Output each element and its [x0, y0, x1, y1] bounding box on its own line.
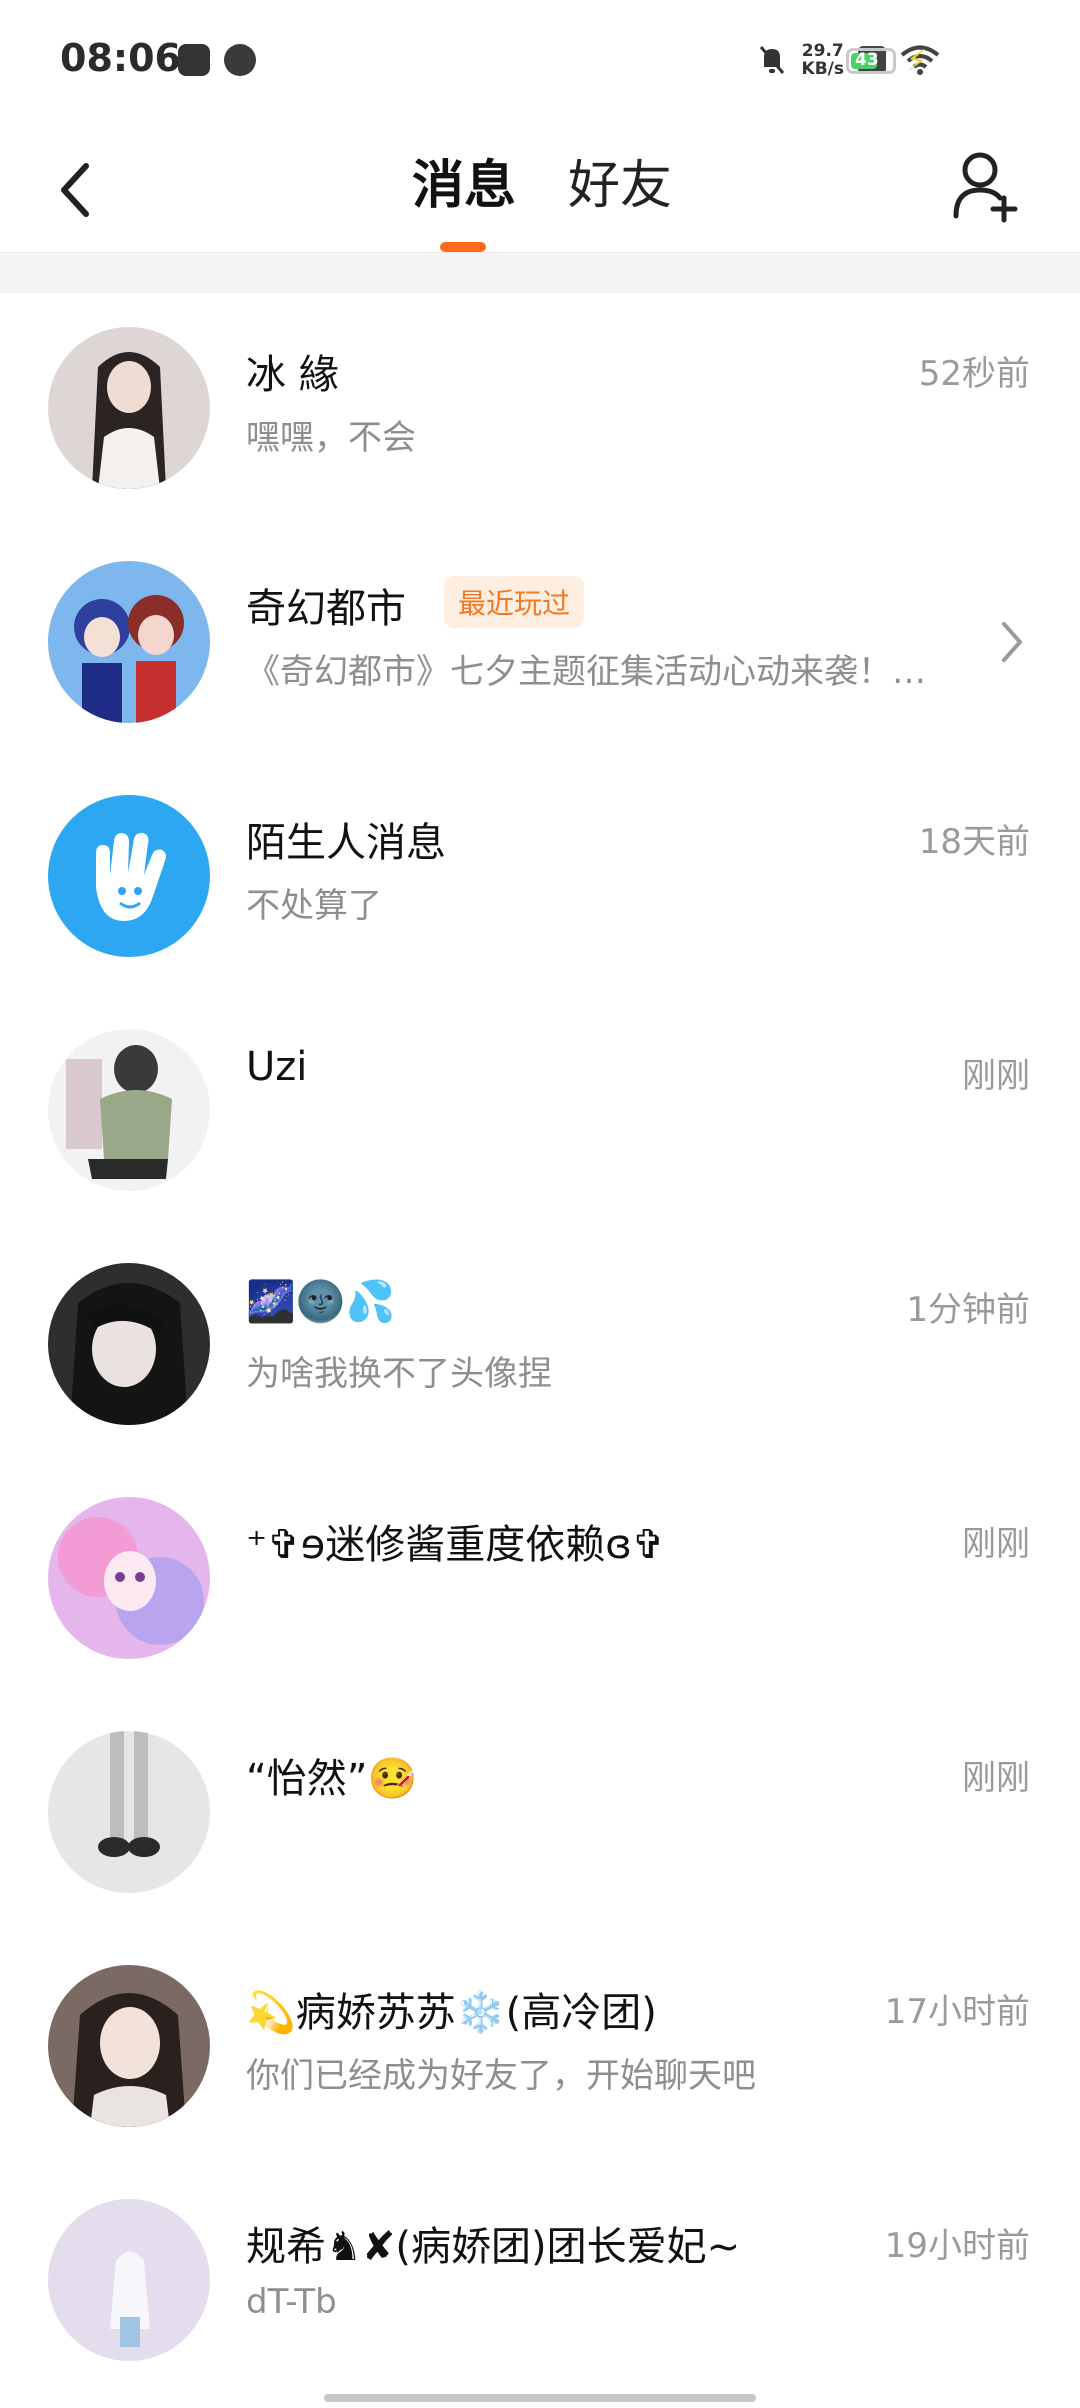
- status-bar: 08:06 29.7 KB/s 43 ⚡: [0, 0, 1080, 124]
- tab-friends[interactable]: 好友: [568, 154, 672, 218]
- conversation-list: 冰 緣 嘿嘿，不会 52秒前 奇幻都市 最近玩过 《奇幻都市》七夕主题征集活动心…: [0, 292, 1080, 2398]
- notification-app-icon-2: [224, 44, 256, 76]
- message-time: 19小时前: [884, 2226, 1030, 2266]
- avatar: [48, 1497, 210, 1659]
- network-speed-unit: KB/s: [801, 59, 844, 79]
- message-preview: 嘿嘿，不会: [246, 418, 416, 458]
- status-time: 08:06: [60, 36, 181, 80]
- conversation-row[interactable]: ⁺✞ɘ迷修酱重度依赖ɞ✞ 刚刚: [0, 1462, 1080, 1696]
- contact-name: 💫病娇苏苏❄️(高冷团): [246, 1990, 657, 2036]
- avatar: [48, 795, 210, 957]
- mute-bell-icon: [759, 46, 784, 74]
- message-time: 17小时前: [884, 1992, 1030, 2032]
- conversation-row[interactable]: 奇幻都市 最近玩过 《奇幻都市》七夕主题征集活动心动来袭！…: [0, 526, 1080, 760]
- contact-name: Uzi: [246, 1044, 308, 1090]
- home-indicator[interactable]: [324, 2394, 756, 2402]
- message-preview: 你们已经成为好友了，开始聊天吧: [246, 2056, 756, 2096]
- battery-icon: 43: [846, 48, 896, 74]
- contact-name: 🌌🌚💦: [246, 1279, 396, 1325]
- active-tab-indicator: [440, 242, 486, 252]
- contact-name: 陌生人消息: [246, 820, 446, 866]
- avatar: [48, 561, 210, 723]
- conversation-row[interactable]: 陌生人消息 不处算了 18天前: [0, 760, 1080, 994]
- header: 消息 好友: [0, 124, 1080, 252]
- tab-messages[interactable]: 消息: [412, 154, 516, 218]
- add-friend-icon[interactable]: [950, 146, 1022, 226]
- message-time: 52秒前: [918, 354, 1030, 394]
- message-preview: 为啥我换不了头像捏: [246, 1354, 552, 1394]
- conversation-row[interactable]: 💫病娇苏苏❄️(高冷团) 你们已经成为好友了，开始聊天吧 17小时前: [0, 1930, 1080, 2164]
- message-time: 1分钟前: [906, 1290, 1030, 1330]
- avatar: [48, 1965, 210, 2127]
- avatar: [48, 1731, 210, 1893]
- avatar: [48, 327, 210, 489]
- avatar: [48, 1029, 210, 1191]
- contact-name: ⁺✞ɘ迷修酱重度依赖ɞ✞: [246, 1522, 666, 1568]
- conversation-row[interactable]: 🌌🌚💦 为啥我换不了头像捏 1分钟前: [0, 1228, 1080, 1462]
- conversation-row[interactable]: 冰 緣 嘿嘿，不会 52秒前: [0, 292, 1080, 526]
- chevron-right-icon[interactable]: [998, 618, 1026, 666]
- battery-level: 43: [855, 50, 879, 70]
- stranger-hand-icon: [48, 795, 210, 957]
- contact-name: “怡然”🤒: [246, 1756, 418, 1802]
- message-preview: 不处算了: [246, 886, 382, 926]
- message-preview: dT-Tb: [246, 2282, 337, 2322]
- notification-app-icon: [178, 44, 210, 76]
- avatar: [48, 2199, 210, 2361]
- message-time: 刚刚: [962, 1758, 1030, 1798]
- contact-name: 规希♞✘(病娇团)团长爱妃~: [246, 2224, 741, 2270]
- message-time: 刚刚: [962, 1056, 1030, 1096]
- section-divider: [0, 252, 1080, 293]
- network-speed-value: 29.7: [801, 41, 844, 61]
- conversation-row[interactable]: Uzi 刚刚: [0, 994, 1080, 1228]
- charging-icon: ⚡: [906, 44, 928, 79]
- message-preview: 《奇幻都市》七夕主题征集活动心动来袭！…: [246, 652, 926, 692]
- conversation-row[interactable]: 规希♞✘(病娇团)团长爱妃~ dT-Tb 19小时前: [0, 2164, 1080, 2398]
- back-arrow-icon[interactable]: [50, 150, 110, 230]
- network-speed: 29.7 KB/s: [802, 42, 844, 78]
- contact-name: 奇幻都市: [246, 586, 406, 632]
- message-time: 18天前: [918, 822, 1030, 862]
- conversation-row[interactable]: “怡然”🤒 刚刚: [0, 1696, 1080, 1930]
- message-time: 刚刚: [962, 1524, 1030, 1564]
- avatar: [48, 1263, 210, 1425]
- recently-played-badge: 最近玩过: [444, 576, 585, 628]
- contact-name: 冰 緣: [246, 352, 339, 398]
